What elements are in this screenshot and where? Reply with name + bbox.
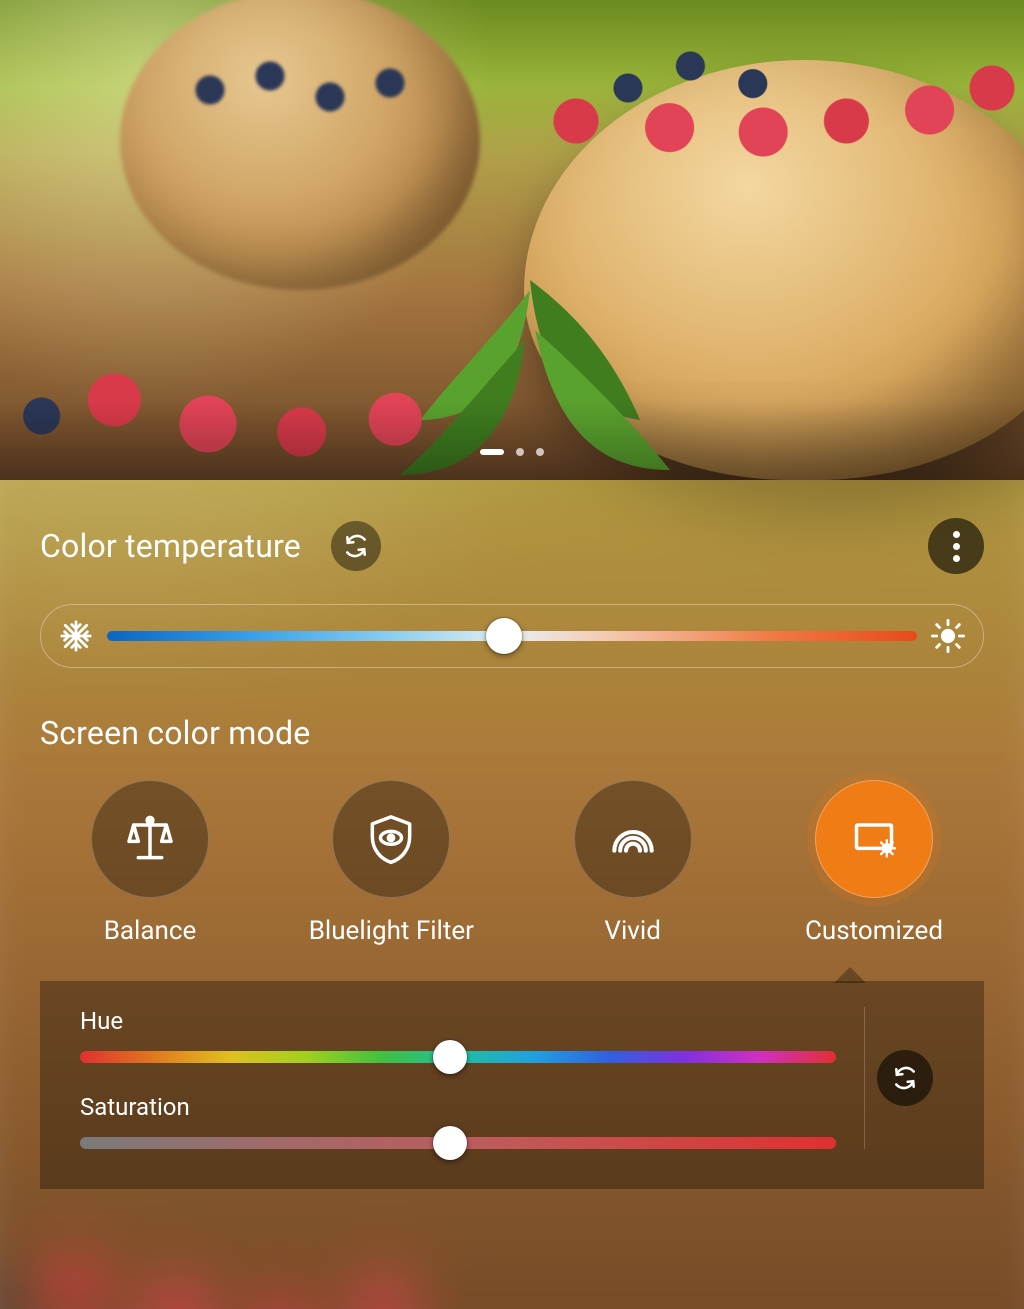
hue-slider[interactable] <box>80 1051 836 1063</box>
color-temperature-track[interactable] <box>107 631 917 641</box>
mode-option-balance[interactable]: Balance <box>50 780 250 947</box>
mode-option-bluelight[interactable]: Bluelight Filter <box>291 780 491 947</box>
mode-option-vivid[interactable]: Vivid <box>533 780 733 947</box>
screen-color-mode-title: Screen color mode <box>40 714 984 752</box>
display-gear-icon <box>846 811 902 867</box>
hue-thumb[interactable] <box>433 1040 467 1074</box>
snowflake-icon <box>59 619 93 653</box>
saturation-slider[interactable] <box>80 1137 836 1149</box>
controls-panel: Color temperature <box>0 480 1024 1309</box>
mode-label: Bluelight Filter <box>309 916 474 947</box>
pager-indicator <box>516 448 524 456</box>
more-vertical-icon <box>953 531 960 562</box>
scales-icon <box>122 811 178 867</box>
mode-label: Vivid <box>604 916 660 947</box>
overflow-menu-button[interactable] <box>928 518 984 574</box>
preview-image[interactable] <box>0 0 1024 480</box>
pager-indicator-active <box>480 449 504 455</box>
subpanel-pointer <box>834 967 866 983</box>
screen-color-mode-options: Balance Bluelight Filter <box>40 780 984 947</box>
color-temperature-slider[interactable] <box>40 604 984 668</box>
mode-label: Customized <box>805 916 943 947</box>
saturation-label: Saturation <box>80 1093 836 1121</box>
color-temperature-title: Color temperature <box>40 527 301 565</box>
hue-label: Hue <box>80 1007 836 1035</box>
reset-customized-button[interactable] <box>877 1050 933 1106</box>
saturation-thumb[interactable] <box>433 1126 467 1160</box>
pager-indicator <box>536 448 544 456</box>
shield-eye-icon <box>363 811 419 867</box>
customized-subpanel: Hue Saturation <box>40 981 984 1189</box>
sun-icon <box>931 619 965 653</box>
color-temperature-thumb[interactable] <box>486 618 522 654</box>
color-temperature-header: Color temperature <box>40 518 984 574</box>
reset-temperature-button[interactable] <box>331 521 381 571</box>
mode-label: Balance <box>104 916 197 947</box>
refresh-icon <box>343 533 369 559</box>
display-settings-screen: Color temperature <box>0 0 1024 1309</box>
mode-option-customized[interactable]: Customized <box>774 780 974 947</box>
rainbow-icon <box>605 811 661 867</box>
preview-pager[interactable] <box>0 448 1024 456</box>
refresh-icon <box>892 1065 918 1091</box>
